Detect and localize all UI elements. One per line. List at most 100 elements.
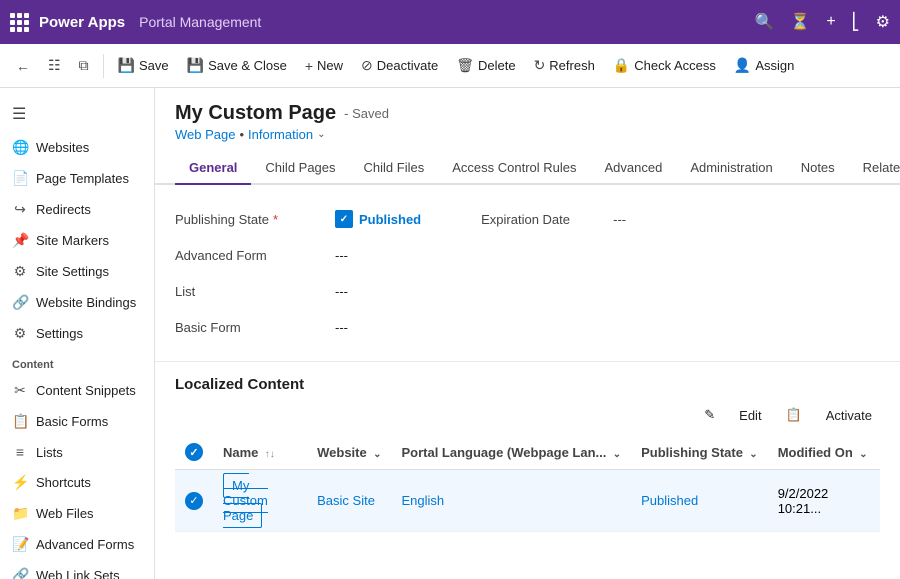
sidebar-label-settings: Settings — [36, 326, 83, 341]
expiration-date-label: Expiration Date — [481, 212, 601, 227]
col-header-website[interactable]: Website ⌄ — [307, 435, 391, 470]
col-header-publishing-state[interactable]: Publishing State ⌄ — [631, 435, 768, 470]
content-area: My Custom Page - Saved Web Page • Inform… — [155, 88, 900, 579]
sidebar-item-web-files[interactable]: 📁 Web Files — [0, 498, 154, 529]
app-name: Power Apps — [39, 14, 125, 31]
content-snippets-icon: ✂ — [12, 382, 28, 399]
refresh-button[interactable]: ↻ Refresh — [526, 52, 603, 79]
advanced-forms-icon: 📝 — [12, 536, 28, 553]
activate-button[interactable]: Activate — [818, 404, 880, 427]
refresh-label: Refresh — [549, 58, 595, 73]
settings-icon-sb: ⚙ — [12, 325, 28, 342]
tab-access-control-rules[interactable]: Access Control Rules — [438, 152, 590, 185]
plus-icon[interactable]: + — [826, 13, 835, 31]
save-close-icon: 💾 — [187, 57, 204, 74]
save-close-button[interactable]: 💾 Save & Close — [179, 52, 295, 79]
tab-child-pages[interactable]: Child Pages — [251, 152, 349, 185]
row-website-link[interactable]: Basic Site — [317, 493, 375, 508]
col-header-portal-language[interactable]: Portal Language (Webpage Lan... ⌄ — [391, 435, 631, 470]
row-publishing-state-link[interactable]: Published — [641, 493, 698, 508]
sidebar-item-content-snippets[interactable]: ✂ Content Snippets — [0, 375, 154, 406]
col-portal-language-label: Portal Language (Webpage Lan... — [401, 445, 606, 460]
sidebar-label-content-snippets: Content Snippets — [36, 383, 136, 398]
sidebar-item-websites[interactable]: 🌐 Websites — [0, 132, 154, 163]
page-button[interactable]: ☷ — [40, 52, 69, 79]
subtitle-chevron[interactable]: ⌄ — [317, 129, 325, 140]
activate-doc-icon: 📋 — [778, 403, 810, 427]
col-name-label: Name — [223, 445, 258, 460]
tab-advanced[interactable]: Advanced — [591, 152, 677, 185]
row-name-selected: My Custom Page — [223, 473, 268, 528]
edit-button[interactable]: Edit — [731, 404, 769, 427]
check-access-label: Check Access — [634, 58, 716, 73]
search-icon[interactable]: 🔍 — [754, 12, 774, 32]
assign-button[interactable]: 👤 Assign — [726, 52, 802, 79]
col-header-name[interactable]: Name ↑↓ — [213, 435, 307, 470]
site-markers-icon: 📌 — [12, 232, 28, 249]
sidebar-item-web-link-sets[interactable]: 🔗 Web Link Sets — [0, 560, 154, 579]
grid-icon[interactable] — [10, 13, 29, 32]
sidebar-item-shortcuts[interactable]: ⚡ Shortcuts — [0, 467, 154, 498]
pub-state-sort-icon[interactable]: ⌄ — [749, 449, 757, 460]
name-sort-icon[interactable]: ↑↓ — [265, 449, 275, 460]
sidebar-item-page-templates[interactable]: 📄 Page Templates — [0, 163, 154, 194]
assign-label: Assign — [755, 58, 794, 73]
row-name[interactable]: My Custom Page — [213, 470, 307, 532]
page-templates-icon: 📄 — [12, 170, 28, 187]
sidebar-label-advanced-forms: Advanced Forms — [36, 537, 134, 552]
sidebar-item-settings[interactable]: ⚙ Settings — [0, 318, 154, 349]
save-button[interactable]: 💾 Save — [110, 52, 177, 79]
expiration-date-value: --- — [613, 212, 626, 227]
row-name-link[interactable]: My Custom Page — [223, 478, 268, 523]
sidebar-label-lists: Lists — [36, 445, 63, 460]
sidebar-hamburger[interactable]: ☰ — [0, 96, 154, 132]
new-button[interactable]: + New — [297, 53, 351, 79]
table-row: ✓ My Custom Page Basic Site English — [175, 470, 880, 532]
sidebar-item-redirects[interactable]: ↪ Redirects — [0, 194, 154, 225]
tab-administration[interactable]: Administration — [676, 152, 786, 185]
localized-content-table: ✓ Name ↑↓ Website ⌄ Portal Language (Web… — [175, 435, 880, 532]
row-check[interactable]: ✓ — [175, 470, 213, 532]
deactivate-button[interactable]: ⊘ Deactivate — [353, 52, 446, 79]
refresh-icon: ↻ — [534, 57, 546, 74]
header-check-circle[interactable]: ✓ — [185, 443, 203, 461]
sidebar-item-advanced-forms[interactable]: 📝 Advanced Forms — [0, 529, 154, 560]
main-layout: ☰ 🌐 Websites 📄 Page Templates ↪ Redirect… — [0, 88, 900, 579]
check-access-button[interactable]: 🔒 Check Access — [605, 52, 724, 79]
page-saved: - Saved — [344, 106, 389, 121]
back-button[interactable]: ← — [8, 53, 38, 79]
row-publishing-state: Published — [631, 470, 768, 532]
sidebar-item-basic-forms[interactable]: 📋 Basic Forms — [0, 406, 154, 437]
subtitle-web-page[interactable]: Web Page — [175, 127, 235, 142]
tab-general[interactable]: General — [175, 152, 251, 185]
tab-related[interactable]: Related — [849, 152, 900, 185]
portal-language-sort-icon[interactable]: ⌄ — [613, 449, 621, 460]
col-header-modified-on[interactable]: Modified On ⌄ — [768, 435, 880, 470]
advanced-form-row: Advanced Form --- — [175, 237, 880, 273]
filter-icon[interactable]: ⎣ — [852, 12, 860, 32]
popup-button[interactable]: ⧉ — [71, 52, 97, 79]
sidebar-label-shortcuts: Shortcuts — [36, 475, 91, 490]
row-check-circle[interactable]: ✓ — [185, 492, 203, 510]
row-portal-language-link[interactable]: English — [401, 493, 444, 508]
subtitle-section[interactable]: Information — [248, 127, 313, 142]
delete-button[interactable]: 🗑 Delete — [448, 52, 523, 79]
col-header-check: ✓ — [175, 435, 213, 470]
delete-label: Delete — [478, 58, 516, 73]
website-sort-icon[interactable]: ⌄ — [373, 449, 381, 460]
settings-icon[interactable]: ⚙ — [876, 12, 890, 32]
clock-icon[interactable]: ⏳ — [790, 12, 810, 32]
sidebar-item-lists[interactable]: ≡ Lists — [0, 437, 154, 467]
publishing-state-value: ✓ Published — [335, 210, 421, 228]
tab-notes[interactable]: Notes — [787, 152, 849, 185]
published-icon: ✓ — [335, 210, 353, 228]
web-files-icon: 📁 — [12, 505, 28, 522]
sidebar-item-website-bindings[interactable]: 🔗 Website Bindings — [0, 287, 154, 318]
sidebar-item-site-markers[interactable]: 📌 Site Markers — [0, 225, 154, 256]
tab-child-files[interactable]: Child Files — [350, 152, 439, 185]
modified-on-sort-icon[interactable]: ⌄ — [859, 449, 867, 460]
publishing-state-label-text: Publishing State — [175, 212, 269, 227]
tabs: General Child Pages Child Files Access C… — [155, 152, 900, 185]
sidebar-item-site-settings[interactable]: ⚙ Site Settings — [0, 256, 154, 287]
web-link-sets-icon: 🔗 — [12, 567, 28, 579]
